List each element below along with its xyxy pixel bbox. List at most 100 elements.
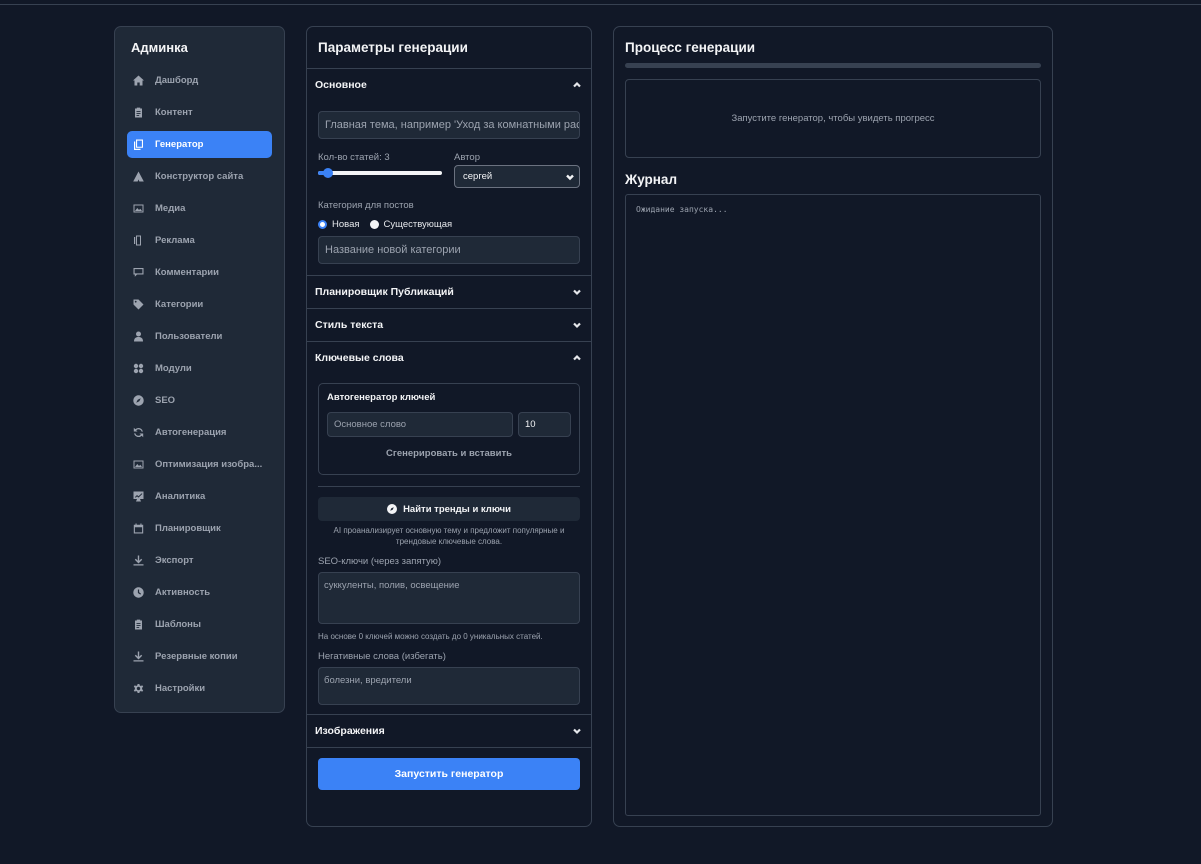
- sidebar-item-comments[interactable]: Комментарии: [127, 259, 272, 286]
- user-icon: [133, 331, 144, 342]
- sidebar-item-label: Аналитика: [155, 491, 206, 502]
- author-selected: сергей: [463, 171, 493, 182]
- tag-icon: [133, 299, 144, 310]
- sidebar-item-site-builder[interactable]: Конструктор сайта: [127, 163, 272, 190]
- sidebar-item-generator[interactable]: Генератор: [127, 131, 272, 158]
- slider-thumb[interactable]: [323, 168, 333, 178]
- section-style-title: Стиль текста: [315, 319, 384, 331]
- journal-text: Ожидание запуска...: [636, 205, 728, 214]
- section-keywords-header[interactable]: Ключевые слова: [307, 341, 591, 374]
- sidebar-item-label: Модули: [155, 363, 192, 374]
- sidebar-item-content[interactable]: Контент: [127, 99, 272, 126]
- sidebar-item-label: Комментарии: [155, 267, 219, 278]
- radio-unchecked-icon: [369, 219, 379, 229]
- radio-checked-icon: [318, 219, 327, 229]
- start-button-area: Запустить генератор: [307, 747, 591, 790]
- articles-count-slider[interactable]: [318, 168, 442, 178]
- sidebar-item-label: Дашборд: [155, 75, 199, 86]
- find-trends-button[interactable]: Найти тренды и ключи: [318, 497, 580, 521]
- chevron-down-icon: [572, 726, 582, 736]
- sidebar-item-label: Шаблоны: [155, 619, 202, 630]
- keyword-count-input[interactable]: 10: [518, 412, 571, 437]
- sidebar-item-scheduler[interactable]: Планировщик: [127, 515, 272, 542]
- section-images-header[interactable]: Изображения: [307, 714, 591, 747]
- compass-icon: [387, 504, 398, 514]
- image-icon: [133, 203, 144, 214]
- seo-keys-textarea[interactable]: суккуленты, полив, освещение: [318, 572, 580, 624]
- sidebar-item-label: Генератор: [155, 139, 204, 150]
- sidebar-item-autogeneration[interactable]: Автогенерация: [127, 419, 272, 446]
- radio-existing-label: Существующая: [383, 218, 453, 230]
- sidebar-item-settings[interactable]: Настройки: [127, 675, 272, 702]
- sidebar-item-export[interactable]: Экспорт: [127, 547, 272, 574]
- ad-icon: [133, 235, 144, 246]
- clipboard-icon: [133, 107, 144, 118]
- chevron-down-icon: [572, 287, 582, 297]
- topic-input[interactable]: Главная тема, например 'Уход за комнатны…: [318, 111, 580, 139]
- radio-existing-category[interactable]: Существующая: [369, 218, 453, 230]
- sidebar-item-seo[interactable]: SEO: [127, 387, 272, 414]
- seo-keys-hint: На основе 0 ключей можно создать до 0 ун…: [318, 632, 543, 641]
- sidebar-item-label: Экспорт: [155, 555, 194, 566]
- sidebar-item-analytics[interactable]: Аналитика: [127, 483, 272, 510]
- sidebar-item-media[interactable]: Медиа: [127, 195, 272, 222]
- negative-words-label: Негативные слова (избегать): [318, 651, 446, 662]
- section-basic-body: Главная тема, например 'Уход за комнатны…: [307, 111, 591, 275]
- comment-icon: [133, 267, 144, 278]
- sidebar-item-categories[interactable]: Категории: [127, 291, 272, 318]
- download-icon: [133, 651, 144, 662]
- sidebar-item-backups[interactable]: Резервные копии: [127, 643, 272, 670]
- sidebar-title: Админка: [131, 40, 188, 55]
- section-keywords-body: Автогенератор ключей Основное слово 10 С…: [307, 383, 591, 714]
- sidebar-nav: Дашборд Контент Генератор Конструктор сайта…: [127, 67, 272, 702]
- sidebar-item-dashboard[interactable]: Дашборд: [127, 67, 272, 94]
- sidebar-item-label: SEO: [155, 395, 176, 406]
- section-keywords-title: Ключевые слова: [315, 352, 404, 364]
- negative-words-textarea[interactable]: болезни, вредители: [318, 667, 580, 705]
- sidebar-item-ads[interactable]: Реклама: [127, 227, 272, 254]
- sidebar-item-modules[interactable]: Модули: [127, 355, 272, 382]
- generate-insert-button[interactable]: Сгенерировать и вставить: [327, 448, 571, 459]
- download-icon: [133, 555, 144, 566]
- grid-icon: [133, 363, 144, 374]
- author-label: Автор: [454, 152, 480, 163]
- sidebar-item-label: Резервные копии: [155, 651, 238, 662]
- copy-icon: [133, 139, 144, 150]
- negative-words-placeholder: болезни, вредители: [324, 675, 412, 686]
- sidebar-item-image-optimization[interactable]: Оптимизация изобра...: [127, 451, 272, 478]
- home-icon: [133, 75, 144, 86]
- sidebar-item-activity[interactable]: Активность: [127, 579, 272, 606]
- new-category-input[interactable]: Название новой категории: [318, 236, 580, 264]
- progress-bar: [625, 63, 1041, 68]
- sidebar-item-label: Планировщик: [155, 523, 221, 534]
- section-scheduler-header[interactable]: Планировщик Публикаций: [307, 275, 591, 308]
- clipboard-icon: [133, 619, 144, 630]
- journal-title: Журнал: [625, 172, 678, 187]
- sidebar-item-label: Конструктор сайта: [155, 171, 244, 182]
- sidebar-item-users[interactable]: Пользователи: [127, 323, 272, 350]
- chevron-up-icon: [572, 80, 582, 90]
- base-word-placeholder: Основное слово: [334, 419, 407, 430]
- params-title: Параметры генерации: [318, 40, 468, 55]
- sidebar-item-label: Настройки: [155, 683, 206, 694]
- new-category-placeholder: Название новой категории: [325, 244, 461, 256]
- divider: [318, 486, 580, 487]
- generation-process-panel: Процесс генерации Запустите генератор, ч…: [613, 26, 1053, 827]
- base-word-input[interactable]: Основное слово: [327, 412, 513, 437]
- chevron-down-icon: [566, 174, 574, 180]
- section-basic-header[interactable]: Основное: [307, 68, 591, 101]
- sidebar: Админка Дашборд Контент Генератор Конструкт…: [114, 26, 285, 713]
- start-generator-button[interactable]: Запустить генератор: [318, 758, 580, 790]
- seo-keys-placeholder: суккуленты, полив, освещение: [324, 580, 460, 591]
- find-trends-label: Найти тренды и ключи: [403, 503, 511, 515]
- category-label: Категория для постов: [318, 200, 414, 211]
- sidebar-item-label: Автогенерация: [155, 427, 227, 438]
- topic-placeholder: Главная тема, например 'Уход за комнатны…: [325, 119, 579, 131]
- section-style-header[interactable]: Стиль текста: [307, 308, 591, 341]
- top-divider: [0, 4, 1201, 5]
- radio-new-label: Новая: [332, 218, 360, 230]
- triangle-icon: [133, 171, 144, 182]
- radio-new-category[interactable]: Новая: [318, 219, 360, 230]
- sidebar-item-templates[interactable]: Шаблоны: [127, 611, 272, 638]
- author-select[interactable]: сергей: [454, 165, 580, 188]
